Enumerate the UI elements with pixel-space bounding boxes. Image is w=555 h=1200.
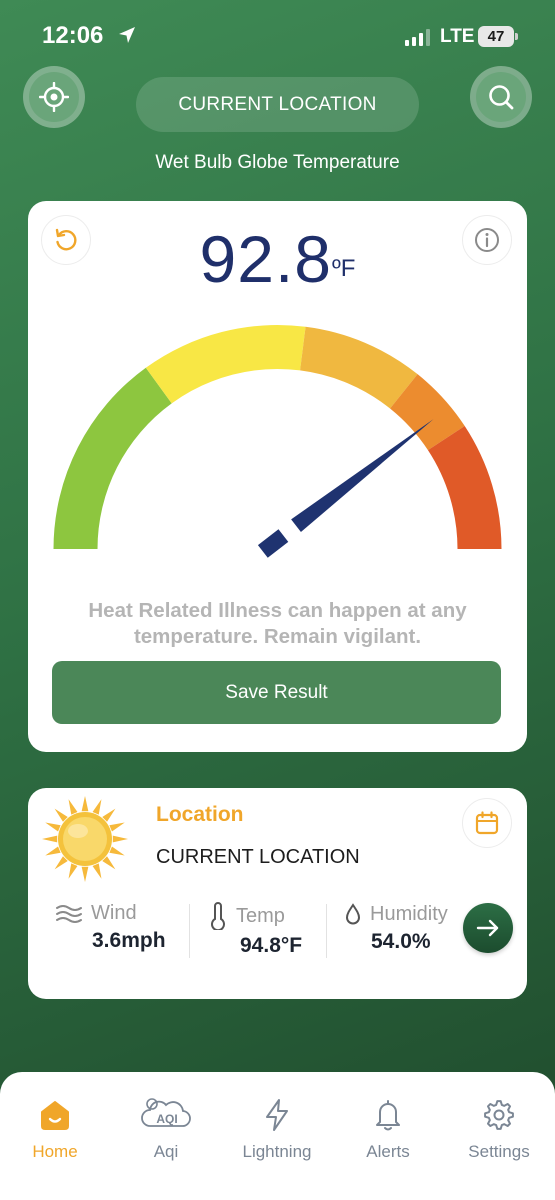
battery-icon: 47	[478, 26, 518, 47]
gear-icon	[484, 1100, 514, 1130]
search-icon	[489, 85, 514, 110]
tab-home[interactable]: Home	[0, 1096, 110, 1162]
temp-metric: Temp 94.8°F	[208, 902, 302, 958]
location-arrow-icon	[119, 27, 135, 43]
wind-value: 3.6mph	[92, 929, 166, 952]
gauge-card: 92.8ºF Heat Related Illness can happen a…	[28, 201, 527, 752]
gauge-segment	[427, 426, 502, 549]
signal-icon	[405, 28, 430, 46]
status-bar: 12:06 LTE 47	[0, 0, 555, 70]
page-subtitle: Wet Bulb Globe Temperature	[155, 152, 400, 173]
humidity-value: 54.0%	[371, 930, 431, 953]
wbgt-value: 92.8	[199, 222, 333, 296]
crosshair-icon	[39, 82, 69, 112]
calendar-icon	[475, 811, 499, 835]
aqi-badge: AQI	[156, 1112, 177, 1126]
tab-aqi[interactable]: AQI Aqi	[111, 1096, 221, 1162]
bottom-tab-bar: Home AQI Aqi Lightning Alerts Settings	[0, 1072, 555, 1200]
thermometer-icon	[211, 902, 225, 930]
wbgt-unit: ºF	[332, 255, 356, 282]
home-icon	[41, 1101, 69, 1130]
locate-button[interactable]	[23, 66, 85, 128]
tab-alerts[interactable]: Alerts	[333, 1096, 443, 1162]
wbgt-gauge	[53, 325, 502, 558]
calendar-button[interactable]	[462, 798, 512, 848]
gauge-segment	[53, 367, 172, 549]
divider	[189, 904, 190, 958]
temp-value: 94.8°F	[240, 934, 303, 957]
search-button[interactable]	[470, 66, 532, 128]
divider	[326, 904, 327, 958]
wbgt-reading: 92.8ºF	[28, 221, 527, 297]
humidity-label: Humidity	[370, 902, 448, 925]
status-time: 12:06	[42, 22, 104, 49]
tab-settings[interactable]: Settings	[444, 1096, 554, 1162]
details-button[interactable]	[463, 903, 513, 953]
location-label: Location	[156, 803, 244, 826]
tab-home-label: Home	[32, 1142, 78, 1161]
wind-label: Wind	[91, 902, 137, 924]
tab-aqi-label: Aqi	[153, 1142, 179, 1161]
humidity-metric: Humidity 54.0%	[344, 902, 448, 954]
aqi-icon: AQI	[141, 1098, 191, 1127]
current-location-button[interactable]: CURRENT LOCATION	[136, 77, 419, 132]
bell-icon	[376, 1100, 400, 1131]
arrow-right-icon	[476, 919, 499, 937]
tab-lightning-label: Lightning	[242, 1142, 312, 1161]
sun-icon	[42, 796, 128, 882]
wind-icon	[56, 904, 82, 923]
wind-metric: Wind 3.6mph	[55, 902, 166, 953]
location-card: Location CURRENT LOCATION Wind 3.6mph Te…	[28, 788, 527, 999]
save-result-button[interactable]: Save Result	[52, 661, 501, 724]
temp-label: Temp	[236, 904, 285, 927]
tab-alerts-label: Alerts	[366, 1142, 410, 1161]
gauge-needle	[291, 419, 434, 533]
lightning-icon	[266, 1099, 288, 1131]
gauge-segment	[145, 325, 306, 404]
tab-lightning[interactable]: Lightning	[222, 1096, 332, 1162]
tab-settings-label: Settings	[468, 1142, 530, 1161]
network-type: LTE	[440, 26, 475, 47]
droplet-icon	[345, 903, 361, 925]
heat-illness-note: Heat Related Illness can happen at any t…	[88, 599, 467, 648]
location-name: CURRENT LOCATION	[156, 846, 360, 868]
gauge-needle-tail	[257, 529, 289, 558]
